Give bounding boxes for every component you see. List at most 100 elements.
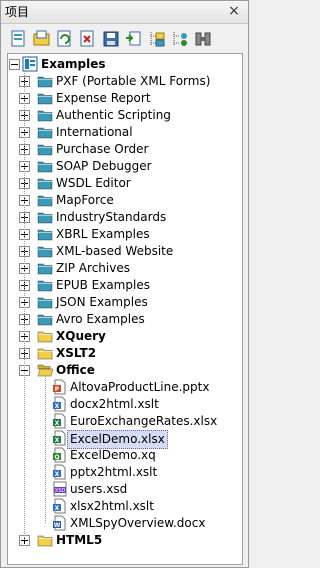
tree-item-label: International <box>56 125 133 139</box>
project-panel: 项目 × Examples PXF (Portable XML Forms) Exp… <box>0 0 249 568</box>
collapse-icon[interactable] <box>9 59 20 70</box>
tree-folder[interactable]: Office <box>8 362 240 379</box>
tree-item-label: Expense Report <box>56 91 151 105</box>
tree-item-label: Purchase Order <box>56 142 149 156</box>
tree-root-examples[interactable]: Examples <box>8 56 240 73</box>
xslt-file-icon: X <box>52 396 68 412</box>
tree-item-label: SOAP Debugger <box>56 159 152 173</box>
tree-file[interactable]: Xxlsx2html.xslt <box>8 498 240 515</box>
folder-icon <box>37 328 53 344</box>
tree-folder[interactable]: HTML5 <box>8 532 240 549</box>
tree-file[interactable]: Xdocx2html.xslt <box>8 396 240 413</box>
folder-icon <box>37 90 53 106</box>
tree-folder[interactable]: XSLT2 <box>8 345 240 362</box>
svg-text:X: X <box>55 505 60 512</box>
tree-item-label: WSDL Editor <box>56 176 131 190</box>
xslt-file-icon: X <box>52 498 68 514</box>
folder-icon <box>37 277 53 293</box>
add-folder-icon[interactable] <box>147 29 167 49</box>
folder-icon <box>37 345 53 361</box>
folder-icon <box>37 141 53 157</box>
tree-folder[interactable]: PXF (Portable XML Forms) <box>8 73 240 90</box>
tree-folder[interactable]: Avro Examples <box>8 311 240 328</box>
add-files-icon[interactable] <box>124 29 144 49</box>
svg-text:X: X <box>55 403 60 410</box>
tree-item-label: ExcelDemo.xq <box>70 448 156 462</box>
folder-icon <box>37 311 53 327</box>
tree-item-label: pptx2html.xslt <box>70 465 158 479</box>
tree-item-label: XQuery <box>56 329 106 343</box>
tree-file[interactable]: P AltovaProductLine.pptx <box>8 379 240 396</box>
close-project-icon[interactable] <box>78 29 98 49</box>
svg-text:P: P <box>55 386 60 393</box>
tree-item-label: AltovaProductLine.pptx <box>70 380 210 394</box>
tree-item-label: Avro Examples <box>56 312 145 326</box>
folder-icon <box>37 532 53 548</box>
tree-file[interactable]: X ExcelDemo.xlsx <box>8 430 240 449</box>
tree-item-label: HTML5 <box>56 533 103 547</box>
folder-icon <box>37 226 53 242</box>
tree-item-label: Examples <box>41 57 106 71</box>
tree-item-label: PXF (Portable XML Forms) <box>56 74 211 88</box>
xsd-file-icon: XSD <box>52 481 68 497</box>
panel-title: 项目 <box>1 1 248 24</box>
tree-folder[interactable]: Purchase Order <box>8 141 240 158</box>
tree-folder[interactable]: MapForce <box>8 192 240 209</box>
tree-item-label: ZIP Archives <box>56 261 130 275</box>
tree-item-label: Office <box>56 363 95 377</box>
folder-icon <box>37 192 53 208</box>
svg-text:X: X <box>55 420 60 427</box>
add-url-icon[interactable] <box>170 29 190 49</box>
tree-item-label: JSON Examples <box>56 295 148 309</box>
tree-folder[interactable]: XQuery <box>8 328 240 345</box>
tree-folder[interactable]: XML-based Website <box>8 243 240 260</box>
xslt-file-icon: X <box>52 464 68 480</box>
tree-folder[interactable]: ZIP Archives <box>8 260 240 277</box>
tree-item-label: XMLSpyOverview.docx <box>70 516 206 530</box>
save-project-icon[interactable] <box>101 29 121 49</box>
tree-item-label: XSLT2 <box>56 346 97 360</box>
new-project-icon[interactable] <box>9 29 29 49</box>
tree-folder[interactable]: XBRL Examples <box>8 226 240 243</box>
tree-folder[interactable]: EPUB Examples <box>8 277 240 294</box>
tree-folder[interactable]: Expense Report <box>8 90 240 107</box>
tree-file[interactable]: XSD users.xsd <box>8 481 240 498</box>
project-toolbar <box>9 29 213 51</box>
svg-text:W: W <box>54 522 61 529</box>
tree-item-label: xlsx2html.xslt <box>70 499 154 513</box>
folder-icon <box>37 294 53 310</box>
tree-file[interactable]: Q ExcelDemo.xq <box>8 447 240 464</box>
folder-icon <box>37 124 53 140</box>
tree-connector <box>24 70 25 540</box>
folder-icon <box>37 260 53 276</box>
svg-text:X: X <box>55 471 60 478</box>
xlsx-file-icon: X <box>52 413 68 429</box>
tree-folder[interactable]: International <box>8 124 240 141</box>
tree-file[interactable]: Xpptx2html.xslt <box>8 464 240 481</box>
tree-file[interactable]: X EuroExchangeRates.xlsx <box>8 413 240 430</box>
tree-item-label: IndustryStandards <box>56 210 167 224</box>
open-project-icon[interactable] <box>32 29 52 49</box>
folder-icon <box>37 175 53 191</box>
folder-icon <box>37 107 53 123</box>
tree-folder[interactable]: WSDL Editor <box>8 175 240 192</box>
svg-text:Q: Q <box>54 454 59 461</box>
tree-folder[interactable]: SOAP Debugger <box>8 158 240 175</box>
tree-item-label: MapForce <box>56 193 114 207</box>
project-tree[interactable]: Examples PXF (Portable XML Forms) Expense … <box>7 53 243 565</box>
folder-icon <box>37 73 53 89</box>
reload-project-icon[interactable] <box>55 29 75 49</box>
docx-file-icon: W <box>52 515 68 531</box>
tree-file[interactable]: W XMLSpyOverview.docx <box>8 515 240 532</box>
tree-item-label: Authentic Scripting <box>56 108 171 122</box>
tree-folder[interactable]: Authentic Scripting <box>8 107 240 124</box>
tree-folder[interactable]: IndustryStandards <box>8 209 240 226</box>
folder-icon <box>37 243 53 259</box>
folder-icon <box>37 209 53 225</box>
close-icon[interactable]: × <box>226 3 242 19</box>
tree-connector <box>45 376 46 523</box>
tree-folder[interactable]: JSON Examples <box>8 294 240 311</box>
tree-item-label: docx2html.xslt <box>70 397 159 411</box>
tree-item-label: users.xsd <box>70 482 128 496</box>
properties-icon[interactable] <box>193 29 213 49</box>
